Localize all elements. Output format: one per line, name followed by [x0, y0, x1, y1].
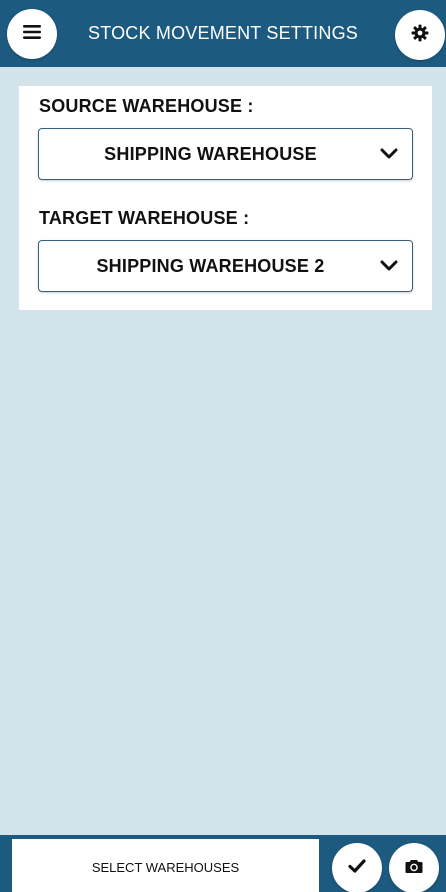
settings-button[interactable]	[395, 10, 445, 60]
source-warehouse-label: SOURCE WAREHOUSE :	[39, 96, 254, 116]
target-warehouse-label: TARGET WAREHOUSE :	[39, 208, 250, 228]
menu-icon	[23, 24, 41, 44]
chevron-down-icon	[380, 146, 398, 162]
warehouse-settings-panel: SOURCE WAREHOUSE : SHIPPING WAREHOUSE TA…	[19, 86, 432, 310]
camera-button[interactable]	[389, 843, 439, 892]
check-icon	[348, 858, 366, 879]
source-warehouse-select[interactable]: SHIPPING WAREHOUSE	[38, 128, 413, 180]
gear-icon	[411, 24, 429, 47]
source-warehouse-value: SHIPPING WAREHOUSE	[104, 144, 317, 164]
confirm-button[interactable]	[332, 843, 382, 892]
app-footer: SELECT WAREHOUSES	[0, 835, 446, 892]
chevron-down-icon	[380, 258, 398, 274]
camera-icon	[405, 858, 423, 879]
target-warehouse-value: SHIPPING WAREHOUSE 2	[96, 256, 325, 276]
page-title: STOCK MOVEMENT SETTINGS	[88, 23, 358, 43]
target-warehouse-select[interactable]: SHIPPING WAREHOUSE 2	[38, 240, 413, 292]
app-header: STOCK MOVEMENT SETTINGS	[0, 0, 446, 67]
menu-button[interactable]	[7, 9, 57, 59]
status-message: SELECT WAREHOUSES	[12, 839, 319, 892]
